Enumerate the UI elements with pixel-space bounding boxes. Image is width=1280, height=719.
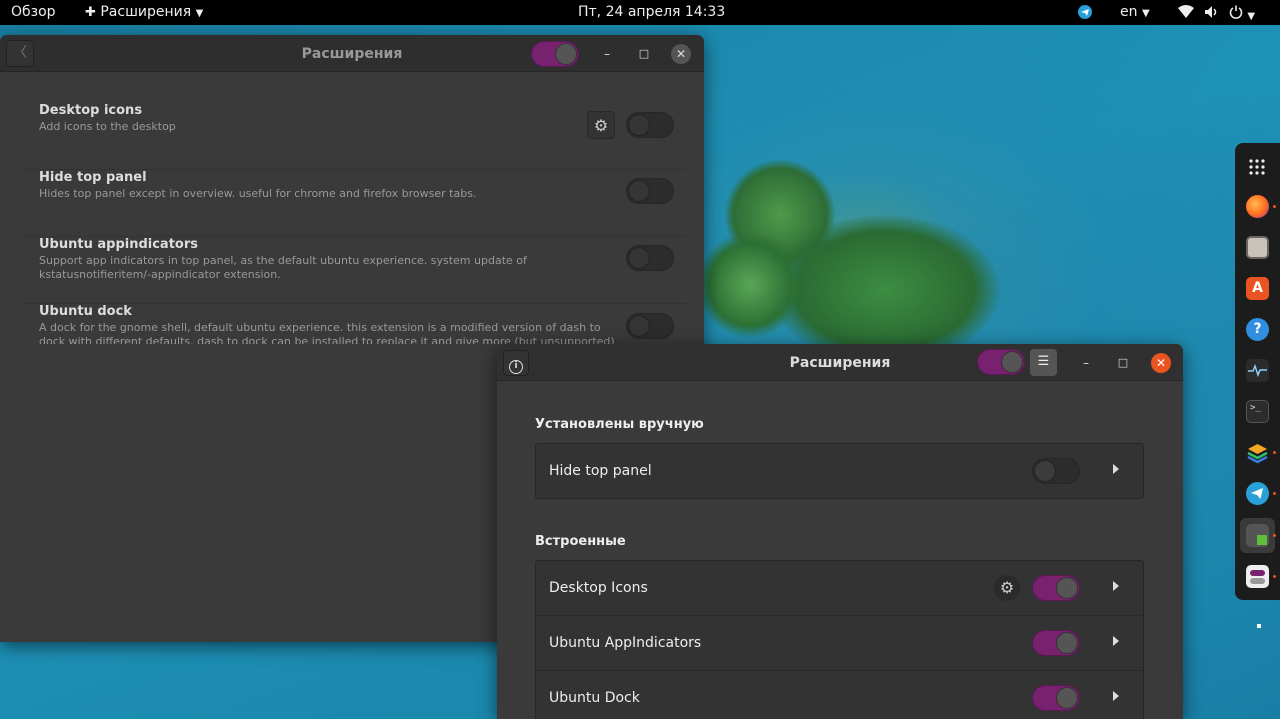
extension-row[interactable]: Hide top panel [536,444,1143,499]
extension-name: Hide top panel [549,463,652,479]
extension-description: Add icons to the desktop [39,120,176,133]
running-indicator [1273,451,1276,454]
switch-knob [1056,577,1078,599]
expand-arrow-icon[interactable] [1113,581,1119,591]
running-indicator [1273,205,1276,208]
telegram-tray-icon[interactable] [1078,5,1092,23]
switch-knob [1034,460,1056,482]
maximize-button[interactable]: □ [634,44,654,64]
close-button[interactable]: ✕ [671,44,691,64]
extension-name: Desktop icons [39,103,143,118]
header-bar: 〈 Расширения – □ ✕ [0,35,704,72]
top-bar: Обзор ✚ Расширения ▼ Пт, 24 апреля 14:33… [0,0,1280,25]
extension-switch[interactable] [626,313,674,339]
expand-arrow-icon[interactable] [1113,691,1119,701]
chevron-down-icon: ▼ [195,8,204,19]
extension-switch[interactable] [626,112,674,138]
extension-description: Support app indicators in top panel, as … [39,254,527,281]
chevron-down-icon: ▼ [1247,11,1256,22]
extension-name: Ubuntu Dock [549,690,640,706]
extension-description: Hides top panel except in overview. usef… [39,187,477,200]
extension-name: Ubuntu AppIndicators [549,635,702,651]
firefox-icon[interactable] [1246,195,1269,218]
volume-icon [1205,6,1217,18]
running-indicator [1273,534,1276,537]
switch-knob [628,315,650,337]
running-indicator [1273,575,1276,578]
island-foliage [770,215,1000,365]
menu-button[interactable]: ☰ [1030,349,1057,376]
extension-description: A dock for the gnome shell, default ubun… [39,321,615,344]
master-switch[interactable] [531,41,579,67]
terminal-icon[interactable]: >_ [1246,400,1269,423]
expand-arrow-icon[interactable] [1113,464,1119,474]
chevron-down-icon: ▼ [1141,8,1150,19]
extension-switch[interactable] [626,245,674,271]
extension-switch[interactable] [626,178,674,204]
files-icon[interactable] [1246,236,1269,259]
extension-row: Ubuntu appindicators Support app indicat… [21,237,686,304]
layers-icon[interactable] [1246,441,1269,464]
system-menu[interactable]: ▼ [1178,5,1255,23]
maximize-button[interactable]: □ [1113,353,1133,373]
island-foliage [700,230,800,340]
clock[interactable]: Пт, 24 апреля 14:33 [578,4,725,20]
extension-row[interactable]: Ubuntu AppIndicators [536,616,1143,671]
switch-knob [1056,687,1078,709]
show-apps-icon[interactable] [1249,159,1265,175]
close-button[interactable]: ✕ [1151,353,1171,373]
extension-row: Ubuntu dock A dock for the gnome shell, … [21,304,686,344]
switch-knob [1001,351,1023,373]
extension-switch[interactable] [1032,685,1080,711]
running-indicator [1273,492,1276,495]
extension-switch[interactable] [1032,575,1080,601]
language-label: en [1120,4,1138,20]
minimize-button[interactable]: – [1076,353,1096,373]
extension-row[interactable]: Desktop Icons ⚙ [536,561,1143,616]
switch-knob [628,247,650,269]
header-bar: i Расширения ☰ – □ ✕ [497,344,1183,381]
mouse-cursor [1257,624,1261,628]
switch-knob [628,114,650,136]
extension-row[interactable]: Ubuntu Dock [536,671,1143,719]
wifi-icon [1178,5,1194,18]
extension-switch[interactable] [1032,630,1080,656]
tweaks-icon[interactable] [1246,565,1269,588]
extension-row: Desktop icons Add icons to the desktop ⚙ [21,103,686,170]
puzzle-icon: ✚ [85,5,96,20]
gear-icon[interactable]: ⚙ [587,111,615,139]
hamburger-icon: ☰ [1037,354,1050,369]
manual-extensions-list: Hide top panel [535,443,1144,499]
help-icon[interactable]: ? [1246,318,1269,341]
expand-arrow-icon[interactable] [1113,636,1119,646]
ubuntu-dock: A ? >_ [1235,143,1280,600]
system-monitor-icon[interactable] [1246,359,1269,382]
switch-knob [1056,632,1078,654]
switch-knob [628,180,650,202]
extension-name: Desktop Icons [549,580,648,596]
power-icon [1229,5,1243,19]
app-menu-label: Расширения [100,4,192,20]
extension-name: Ubuntu appindicators [39,237,198,252]
extension-switch[interactable] [1032,458,1080,484]
section-title-manual: Установлены вручную [535,417,704,432]
app-menu[interactable]: ✚ Расширения ▼ [85,4,203,20]
extension-name: Hide top panel [39,170,147,185]
switch-knob [555,43,577,65]
extensions-icon[interactable] [1246,524,1269,547]
telegram-icon[interactable] [1246,482,1269,505]
builtin-extensions-list: Desktop Icons ⚙ Ubuntu AppIndicators Ubu… [535,560,1144,719]
language-indicator[interactable]: en ▼ [1120,4,1150,20]
gear-icon[interactable]: ⚙ [994,575,1020,601]
minimize-button[interactable]: – [597,44,617,64]
activities-button[interactable]: Обзор [11,4,56,20]
section-title-builtin: Встроенные [535,534,626,549]
extensions-window: i Расширения ☰ – □ ✕ Установлены вручную… [497,344,1183,719]
software-icon[interactable]: A [1246,277,1269,300]
extension-name: Ubuntu dock [39,304,132,319]
master-switch[interactable] [977,349,1025,375]
extension-row: Hide top panel Hides top panel except in… [21,170,686,237]
